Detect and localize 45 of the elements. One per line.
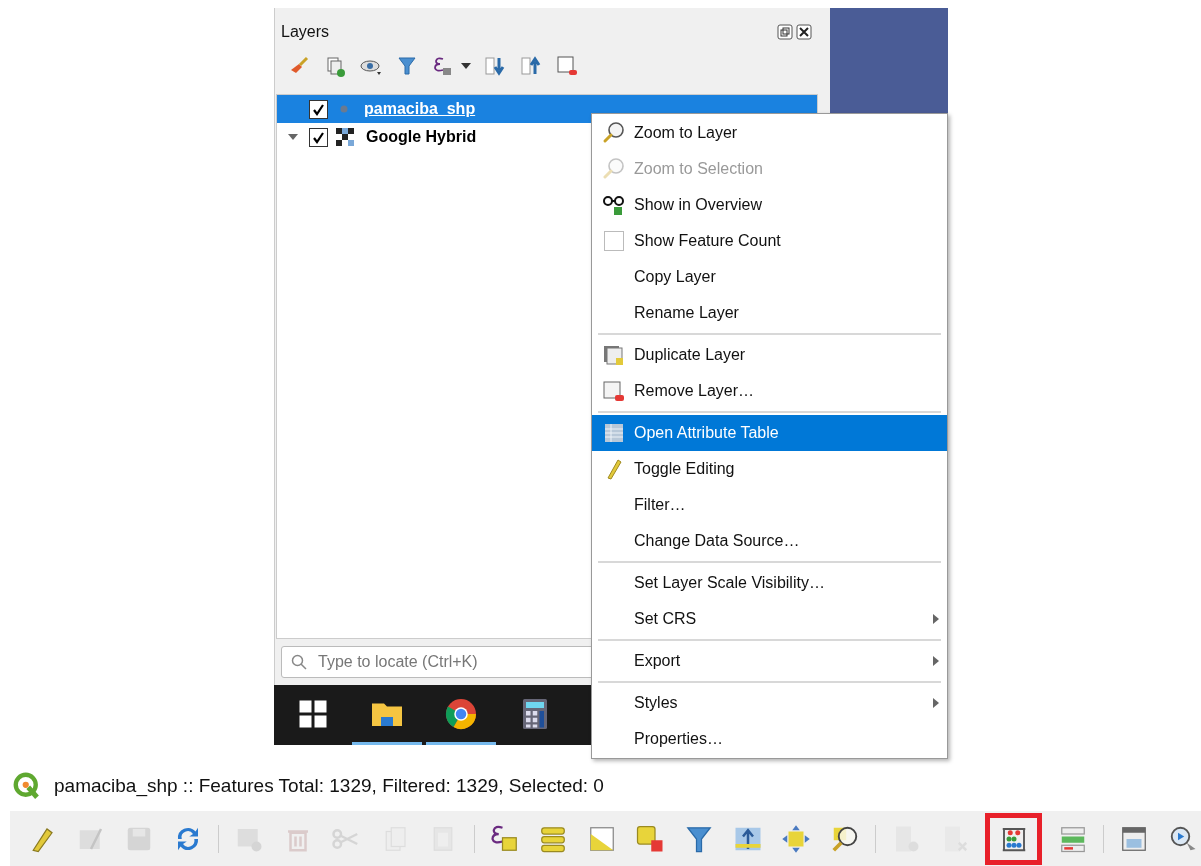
layer-name: Google Hybrid [366,127,477,147]
raster-layer-icon [336,128,354,146]
app-logo-icon [12,771,42,801]
float-panel-icon[interactable] [777,24,793,40]
menu-item[interactable]: Remove Layer… [592,373,947,409]
expression-select-icon [489,823,520,854]
menu-item[interactable]: Set Layer Scale Visibility… [592,565,947,601]
menu-item[interactable]: Open Attribute Table [592,415,947,451]
toolbar-button[interactable] [984,812,1043,865]
table-icon [602,421,626,445]
menu-item[interactable]: Toggle Editing [592,451,947,487]
menu-item[interactable]: Rename Layer [592,295,947,331]
pan-icon [781,823,812,854]
deselect-icon [635,823,666,854]
glasses-icon [602,193,626,217]
layer-checkbox[interactable] [309,127,328,147]
menu-item[interactable]: Change Data Source… [592,523,947,559]
menu-item[interactable]: Properties… [592,721,947,757]
search-icon [291,654,307,670]
status-text: pamaciba_shp :: Features Total: 1329, Filtered: 1329, Selected: 0 [54,773,604,799]
expand-all-icon[interactable] [483,54,507,78]
duplicate-icon [602,343,626,367]
menu-item[interactable]: Set CRS [592,601,947,637]
remove-layer-icon [602,379,626,403]
panel-title: Layers [281,22,330,42]
layer-checkbox[interactable] [309,99,328,119]
menu-item[interactable]: Show Feature Count [592,223,947,259]
menu-item[interactable]: Filter… [592,487,947,523]
menu-item[interactable]: Copy Layer [592,259,947,295]
remove-layer-icon[interactable] [555,54,579,78]
collapse-all-icon[interactable] [519,54,543,78]
submenu-arrow-icon [933,614,939,624]
submenu-arrow-icon [933,656,939,666]
expand-arrow-icon[interactable] [288,132,298,142]
close-icon[interactable] [796,24,812,40]
menu-item[interactable]: Duplicate Layer [592,337,947,373]
dropdown-caret-icon[interactable] [461,63,471,69]
filter-icon[interactable] [395,54,419,78]
menu-item[interactable]: Styles [592,685,947,721]
magnifier-icon [602,121,626,145]
submenu-arrow-icon [933,698,939,708]
menu-checkbox[interactable] [604,231,624,251]
layer-name: pamaciba_shp [364,99,476,119]
menu-item[interactable]: Show in Overview [592,187,947,223]
magnifier-icon [602,157,626,181]
